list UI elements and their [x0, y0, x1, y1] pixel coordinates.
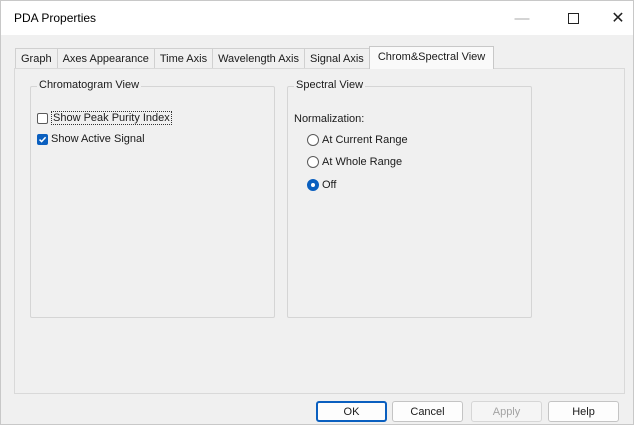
tab-panel: Chromatogram View Show Peak Purity Index… — [14, 68, 625, 394]
tab-strip: Graph Axes Appearance Time Axis Waveleng… — [15, 46, 495, 69]
radio-icon — [307, 134, 319, 146]
tab-signal-axis[interactable]: Signal Axis — [304, 48, 370, 69]
minimize-button[interactable]: — — [499, 1, 545, 35]
title-bar: PDA Properties — ✕ — [1, 1, 633, 35]
tab-axes-appearance[interactable]: Axes Appearance — [56, 48, 155, 69]
show-peak-purity-label: Show Peak Purity Index — [51, 111, 172, 125]
tab-time-axis[interactable]: Time Axis — [153, 48, 214, 69]
radio-at-current-range[interactable]: At Current Range — [307, 134, 408, 146]
radio-selected-icon — [307, 179, 319, 191]
radio-icon — [307, 156, 319, 168]
close-button[interactable]: ✕ — [595, 1, 634, 35]
radio-off[interactable]: Off — [307, 179, 336, 191]
checkbox-checked-icon — [37, 133, 48, 145]
cancel-button[interactable]: Cancel — [392, 401, 463, 422]
spectral-view-title: Spectral View — [294, 79, 366, 91]
tab-chrom-spectral-view[interactable]: Chrom&Spectral View — [368, 46, 495, 69]
radio-at-current-range-label: At Current Range — [322, 134, 408, 146]
radio-at-whole-range[interactable]: At Whole Range — [307, 156, 402, 168]
maximize-icon — [567, 12, 579, 24]
radio-at-whole-range-label: At Whole Range — [322, 156, 403, 168]
checkbox-box — [37, 112, 48, 124]
window-title: PDA Properties — [14, 11, 97, 25]
chromatogram-view-group: Chromatogram View Show Peak Purity Index… — [30, 79, 275, 318]
pda-properties-dialog: PDA Properties — ✕ Graph Axes Appearance… — [0, 0, 634, 425]
show-active-signal-checkbox[interactable]: Show Active Signal — [37, 133, 145, 145]
maximize-button[interactable] — [550, 1, 596, 35]
ok-button[interactable]: OK — [316, 401, 387, 422]
tab-wavelength-axis[interactable]: Wavelength Axis — [212, 48, 305, 69]
close-icon: ✕ — [611, 10, 625, 27]
radio-off-label: Off — [322, 179, 337, 191]
tab-graph[interactable]: Graph — [15, 48, 58, 69]
chromatogram-view-title: Chromatogram View — [37, 79, 142, 91]
show-active-signal-label: Show Active Signal — [51, 133, 145, 145]
show-peak-purity-checkbox[interactable]: Show Peak Purity Index — [37, 111, 172, 125]
minimize-icon: — — [514, 9, 530, 27]
normalization-label: Normalization: — [294, 113, 365, 125]
apply-button[interactable]: Apply — [471, 401, 542, 422]
help-button[interactable]: Help — [548, 401, 619, 422]
spectral-view-group: Spectral View Normalization: At Current … — [287, 79, 532, 318]
